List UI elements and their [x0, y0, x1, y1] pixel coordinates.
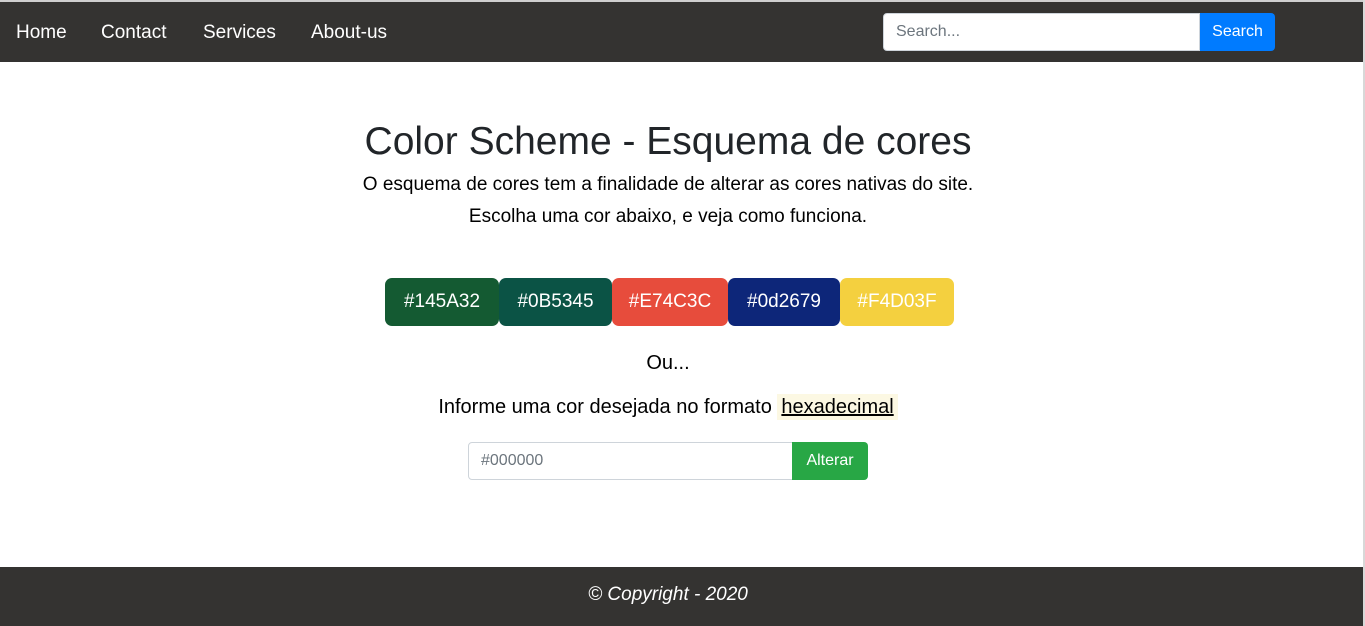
hex-prompt-text: Informe uma cor desejada no formato	[438, 396, 772, 418]
footer: © Copyright - 2020	[0, 567, 1365, 626]
swatch-button-e74c3c[interactable]: #E74C3C	[612, 278, 728, 326]
main-content: Color Scheme - Esquema de cores O esquem…	[0, 62, 1365, 567]
swatch-button-0b5345[interactable]: #0B5345	[499, 278, 612, 326]
hex-color-input[interactable]	[468, 442, 793, 480]
nav-about-us-link[interactable]: About-us	[311, 2, 387, 62]
page-title: Color Scheme - Esquema de cores	[364, 120, 972, 163]
hex-prompt: Informe uma cor desejada no formato hexa…	[0, 394, 1336, 420]
nav-services-link[interactable]: Services	[203, 2, 276, 62]
swatch-button-0d2679[interactable]: #0d2679	[728, 278, 840, 326]
nav-home-link[interactable]: Home	[16, 2, 67, 62]
search-input[interactable]	[883, 13, 1200, 51]
search-button[interactable]: Search	[1200, 13, 1275, 51]
intro-text-line-1: O esquema de cores tem a finalidade de a…	[362, 174, 974, 195]
intro-text-line-2: Escolha uma cor abaixo, e veja como func…	[468, 206, 868, 227]
swatch-button-f4d03f[interactable]: #F4D03F	[840, 278, 954, 326]
color-swatch-group: #145A32 #0B5345 #E74C3C #0d2679 #F4D03F	[385, 278, 954, 326]
hex-keyword-highlight: hexadecimal	[777, 394, 898, 420]
swatch-button-145a32[interactable]: #145A32	[385, 278, 499, 326]
navbar: Home Contact Services About-us Search	[0, 2, 1365, 62]
or-separator-text: Ou...	[646, 352, 690, 374]
apply-color-button[interactable]: Alterar	[792, 442, 868, 480]
copyright-text: © Copyright - 2020	[588, 584, 748, 605]
nav-contact-link[interactable]: Contact	[101, 2, 166, 62]
